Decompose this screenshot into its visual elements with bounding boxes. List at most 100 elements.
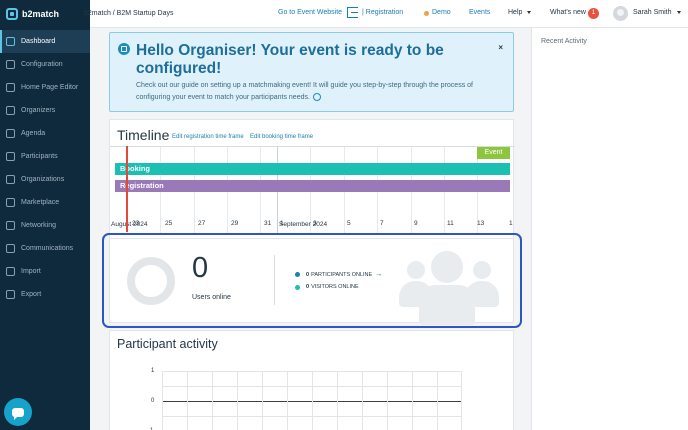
y-tick-label: 1: [151, 368, 155, 374]
events-link[interactable]: Events: [469, 9, 490, 16]
grid-line: [187, 371, 188, 430]
edit-booking-link[interactable]: Edit booking time frame: [250, 134, 313, 140]
timeline-title: Timeline: [117, 127, 170, 143]
help-label: Help: [508, 9, 523, 16]
welcome-alert: Hello Organiser! Your event is ready to …: [109, 32, 514, 112]
participant-activity-card: Participant activity 1 0 -1: [109, 330, 514, 430]
participant-activity-title: Participant activity: [117, 337, 218, 351]
grid-line: [362, 371, 363, 430]
user-menu[interactable]: Sarah Smith: [633, 9, 681, 16]
grid-line: [461, 371, 462, 430]
notification-badge: 1: [588, 8, 599, 19]
grid-line: [237, 371, 238, 430]
sidebar-item-import[interactable]: Import: [0, 260, 90, 283]
help-circle-icon[interactable]: [312, 93, 321, 102]
timeline-grid: Event Booking Registration 23 25 27 29 3…: [110, 146, 515, 233]
sidebar-item-label: Networking: [21, 222, 57, 229]
tick-label: 11: [447, 220, 454, 227]
brand[interactable]: b2match: [0, 0, 90, 28]
grid-line: [412, 371, 413, 430]
breadcrumb[interactable]: b2match / B2M Startup Days: [84, 10, 204, 17]
welcome-message-text: Check out our guide on setting up a matc…: [136, 82, 473, 101]
booking-bar[interactable]: Booking: [115, 163, 510, 175]
sidebar-item-label: Import: [21, 268, 41, 275]
sidebar-item-organizations[interactable]: Organizations: [0, 168, 90, 191]
grid-line: [212, 371, 213, 430]
tick-label: 25: [165, 220, 173, 227]
organizers-icon: [6, 106, 15, 115]
tick-label: 7: [380, 220, 384, 227]
welcome-message: Check out our guide on setting up a matc…: [136, 80, 496, 104]
edit-registration-link[interactable]: Edit registration time frame: [172, 134, 244, 140]
topbar: b2match / B2M Startup Days Go to Event W…: [84, 0, 688, 28]
go-to-event-website-link[interactable]: Go to Event Website: [278, 9, 342, 16]
people-icon: [6, 152, 15, 161]
tick-label: 9: [414, 220, 418, 227]
brand-name: b2match: [22, 9, 60, 19]
sidebar-item-communications[interactable]: Communications: [0, 237, 90, 260]
export-icon: [6, 290, 15, 299]
sidebar-item-label: Configuration: [21, 61, 63, 68]
grid-line: [162, 371, 163, 430]
demo-status-dot: [424, 11, 429, 16]
calendar-icon: [6, 129, 15, 138]
grid-line: [337, 371, 338, 430]
sidebar-item-configuration[interactable]: Configuration: [0, 53, 90, 76]
sidebar-item-dashboard[interactable]: Dashboard: [0, 30, 90, 53]
chat-icon: [12, 407, 24, 420]
marketplace-icon: [6, 198, 15, 207]
today-marker: [126, 146, 128, 232]
sidebar-item-label: Organizers: [21, 107, 56, 114]
sidebar-item-label: Export: [21, 291, 42, 298]
sidebar: b2match Dashboard Configuration Home Pag…: [0, 0, 90, 430]
tick-label: 27: [198, 220, 206, 227]
sidebar-item-export[interactable]: Export: [0, 283, 90, 306]
grid-line: [262, 371, 263, 430]
demo-link[interactable]: Demo: [432, 9, 451, 16]
tick-label: 13: [477, 220, 485, 227]
sidebar-item-home-page-editor[interactable]: Home Page Editor: [0, 76, 90, 99]
registration-link[interactable]: | Registration: [362, 9, 403, 16]
login-icon[interactable]: [347, 7, 358, 18]
b2match-logo-icon: [6, 8, 18, 20]
sidebar-item-participants[interactable]: Participants: [0, 145, 90, 168]
tick-label: 29: [231, 220, 239, 227]
sidebar-item-agenda[interactable]: Agenda: [0, 122, 90, 145]
tick-label: 5: [347, 220, 351, 227]
sidebar-item-organizers[interactable]: Organizers: [0, 99, 90, 122]
chat-button[interactable]: [4, 398, 32, 426]
chevron-down-icon: [676, 10, 681, 14]
import-icon: [6, 267, 15, 276]
chevron-down-icon: [527, 10, 532, 14]
recent-activity-panel: Recent Activity: [531, 28, 688, 430]
gear-icon: [6, 60, 15, 69]
communications-icon: [6, 244, 15, 253]
recent-activity-title: Recent Activity: [541, 38, 587, 45]
y-tick-label: 0: [151, 398, 155, 404]
tick-label: 1: [509, 220, 513, 227]
info-icon: [118, 43, 130, 55]
tick-label: 31: [264, 220, 272, 227]
grid-line: [437, 371, 438, 430]
welcome-title: Hello Organiser! Your event is ready to …: [136, 42, 444, 77]
sidebar-item-label: Marketplace: [21, 199, 60, 206]
sidebar-item-networking[interactable]: Networking: [0, 214, 90, 237]
close-icon[interactable]: ×: [498, 43, 503, 52]
highlight-outline: [102, 233, 522, 328]
sidebar-item-label: Agenda: [21, 130, 46, 137]
event-bar[interactable]: Event: [477, 147, 510, 159]
dashboard-icon: [6, 37, 15, 46]
networking-icon: [6, 221, 15, 230]
grid-line: [387, 371, 388, 430]
grid-line: [287, 371, 288, 430]
grid-line: [312, 371, 313, 430]
avatar[interactable]: [613, 6, 628, 21]
month-label: September 2024: [279, 221, 328, 228]
whats-new-link[interactable]: What's new: [550, 9, 586, 16]
help-menu[interactable]: Help: [508, 9, 532, 16]
sidebar-item-marketplace[interactable]: Marketplace: [0, 191, 90, 214]
registration-bar[interactable]: Registration: [115, 180, 510, 192]
user-name: Sarah Smith: [633, 9, 672, 16]
sidebar-item-label: Dashboard: [21, 38, 56, 45]
main-content: Hello Organiser! Your event is ready to …: [90, 28, 531, 430]
